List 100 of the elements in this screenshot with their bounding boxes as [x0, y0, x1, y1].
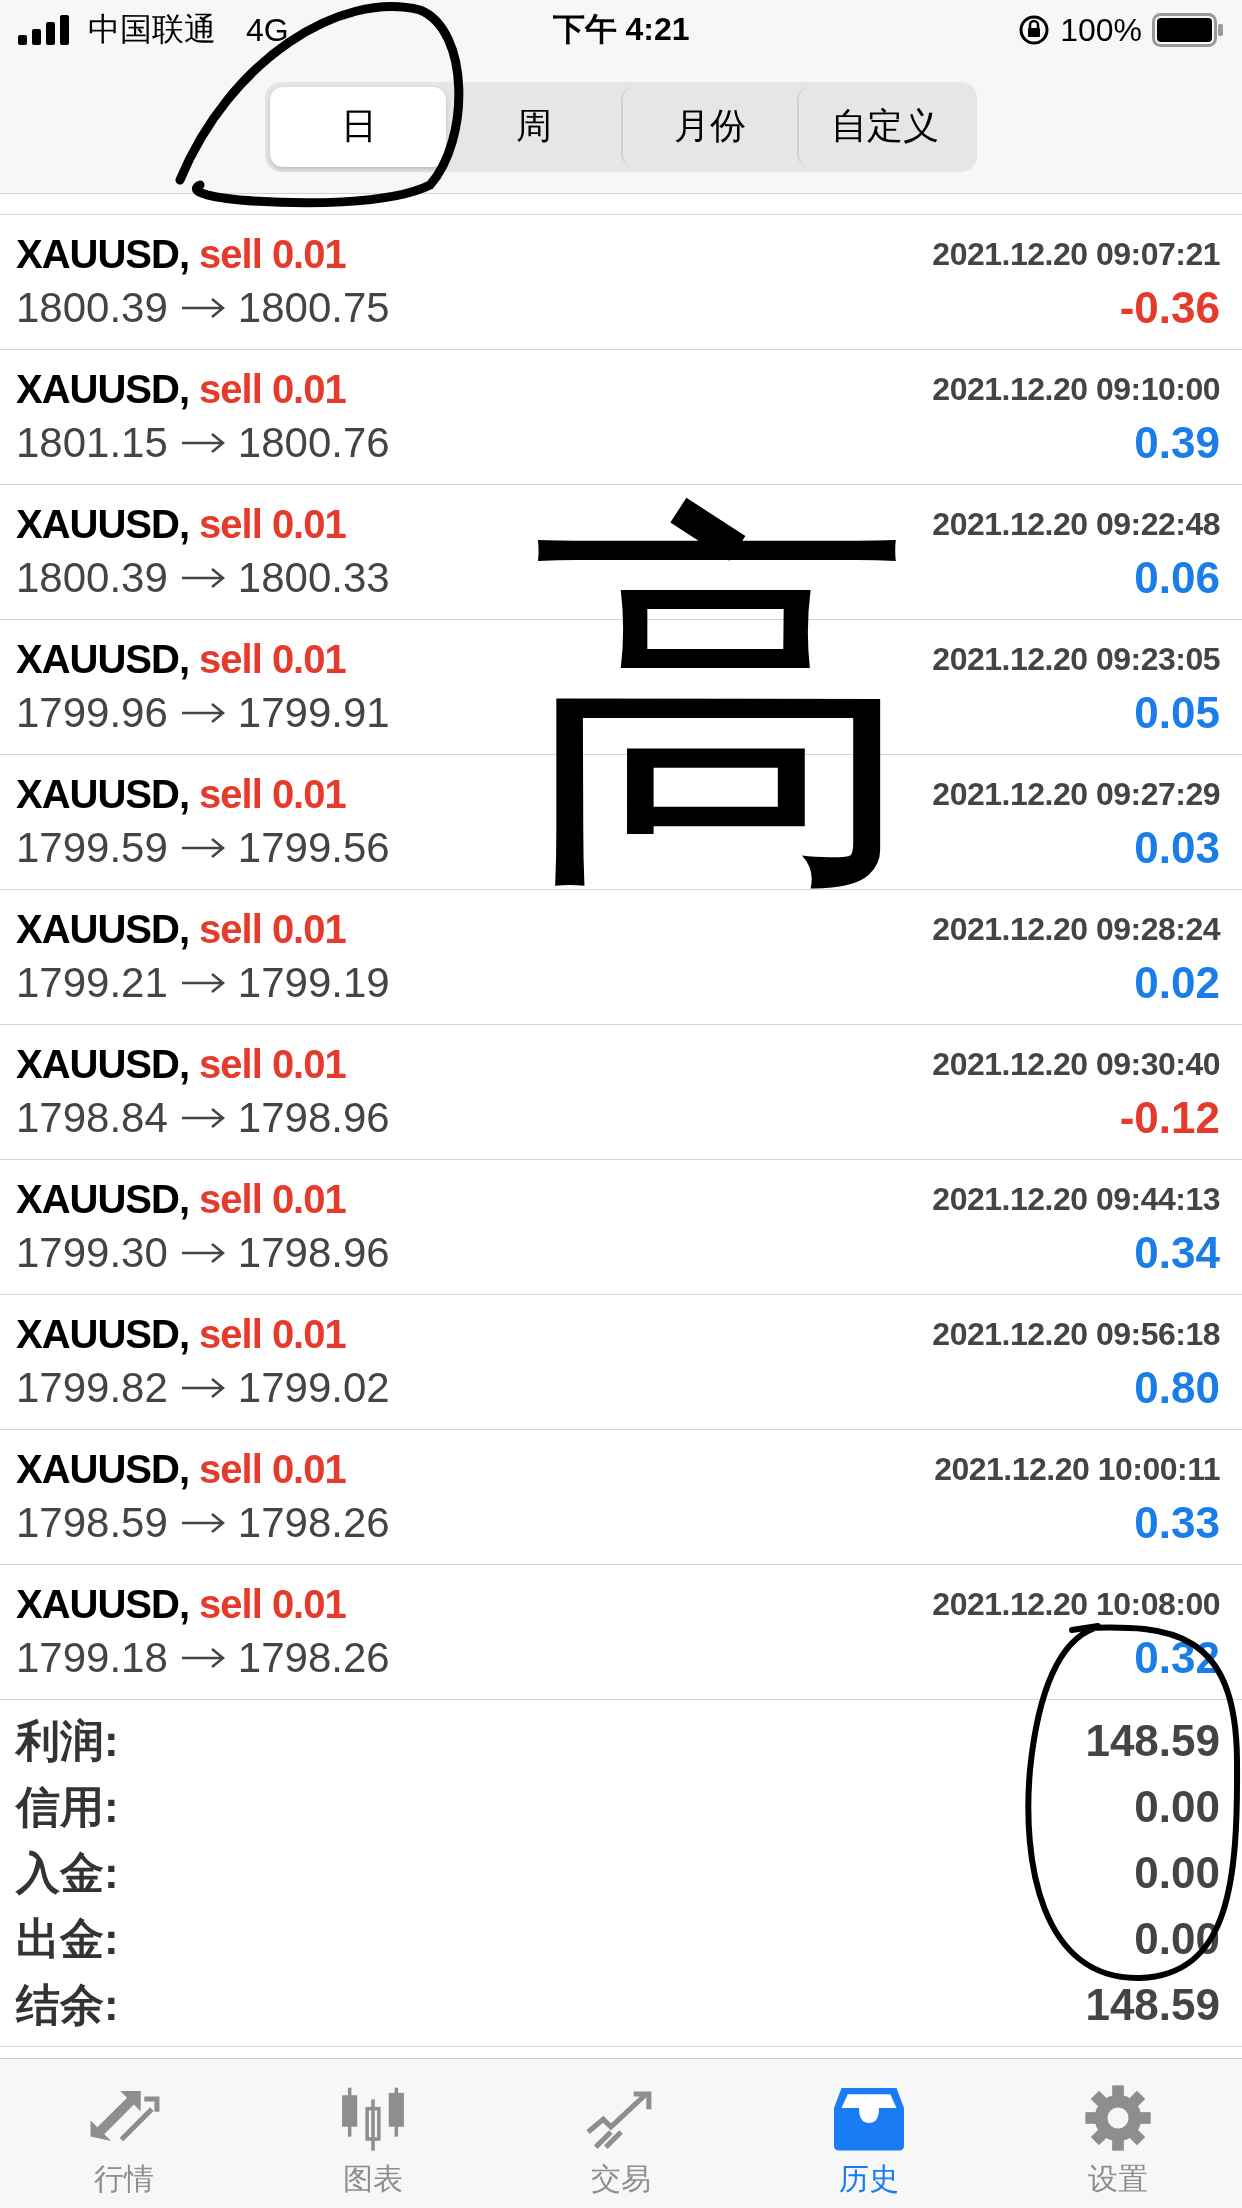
- handwritten-character: 高: [520, 500, 920, 900]
- open-price: 1798.84: [16, 1093, 168, 1142]
- profit-value: 0.06: [1134, 552, 1220, 603]
- right-arrow-icon: [179, 700, 226, 725]
- profit-value: -0.12: [1119, 1092, 1220, 1143]
- trade-time: 2021.12.20 10:00:11: [934, 1450, 1220, 1488]
- trade-time: 2021.12.20 10:08:00: [932, 1585, 1220, 1623]
- order-type: sell 0.01: [199, 1311, 346, 1357]
- profit-value: 0.34: [1134, 1227, 1220, 1278]
- right-arrow-icon: [179, 1105, 226, 1130]
- close-price: 1799.02: [237, 1363, 390, 1412]
- right-arrow-icon: [179, 430, 226, 455]
- summary-value: 0.00: [1134, 1848, 1220, 1898]
- period-tab[interactable]: 自定义: [796, 86, 972, 167]
- symbol-label: XAUUSD,: [16, 1041, 190, 1087]
- close-price: 1798.96: [237, 1228, 390, 1277]
- trade-time: 2021.12.20 09:23:05: [932, 640, 1220, 678]
- carrier-name: 中国联通: [88, 10, 216, 49]
- trade-time: 2021.12.20 09:27:29: [932, 775, 1220, 813]
- trade-time: 2021.12.20 09:30:40: [932, 1045, 1220, 1083]
- open-price: 1799.82: [16, 1363, 168, 1412]
- summary-value: 0.00: [1134, 1782, 1220, 1832]
- open-price: 1799.96: [16, 688, 168, 737]
- battery-percent: 100%: [1060, 11, 1142, 49]
- tab-bar-item[interactable]: 历史: [745, 2059, 994, 2208]
- right-arrow-icon: [179, 970, 226, 995]
- period-tab[interactable]: 周: [445, 86, 621, 167]
- open-price: 1799.21: [16, 958, 168, 1007]
- period-tab[interactable]: 月份: [621, 86, 797, 167]
- profit-value: -0.36: [1119, 282, 1220, 333]
- symbol-label: XAUUSD,: [16, 906, 190, 952]
- right-arrow-icon: [179, 295, 226, 320]
- summary-label: 利润:: [16, 1714, 119, 1767]
- right-arrow-icon: [179, 1510, 226, 1535]
- summary-value: 148.59: [1085, 1980, 1220, 2030]
- summary-label: 出金:: [16, 1912, 119, 1965]
- profit-value: 0.80: [1134, 1362, 1220, 1413]
- trade-time: 2021.12.20 09:10:00: [932, 370, 1220, 408]
- right-arrow-icon: [179, 1645, 226, 1670]
- open-price: 1800.39: [16, 283, 168, 332]
- open-price: 1799.18: [16, 1633, 168, 1682]
- summary-value: 148.59: [1085, 1716, 1220, 1766]
- symbol-label: XAUUSD,: [16, 231, 190, 277]
- symbol-label: XAUUSD,: [16, 771, 190, 817]
- profit-value: 0.39: [1134, 417, 1220, 468]
- order-type: sell 0.01: [199, 636, 346, 682]
- summary-label: 结余:: [16, 1978, 119, 2031]
- open-price: 1799.59: [16, 823, 168, 872]
- open-price: 1798.59: [16, 1498, 168, 1547]
- summary-label: 入金:: [16, 1846, 119, 1899]
- tab-bar-item[interactable]: 图表: [248, 2059, 497, 2208]
- profit-value: 0.03: [1134, 822, 1220, 873]
- order-type: sell 0.01: [199, 1581, 346, 1627]
- right-arrow-icon: [179, 565, 226, 590]
- tab-bar-item[interactable]: 行情: [0, 2059, 249, 2208]
- symbol-label: XAUUSD,: [16, 1176, 190, 1222]
- open-price: 1801.15: [16, 418, 168, 467]
- rotation-lock-icon: [1018, 14, 1051, 46]
- close-price: 1800.75: [237, 283, 390, 332]
- trade-time: 2021.12.20 09:44:13: [932, 1180, 1220, 1218]
- order-type: sell 0.01: [199, 366, 346, 412]
- symbol-label: XAUUSD,: [16, 366, 190, 412]
- profit-value: 0.33: [1134, 1497, 1220, 1548]
- close-price: 1799.56: [237, 823, 390, 872]
- clock: 下午 4:21: [552, 10, 690, 49]
- symbol-label: XAUUSD,: [16, 1311, 190, 1357]
- summary-label: 信用:: [16, 1780, 119, 1833]
- close-price: 1798.26: [237, 1498, 390, 1547]
- trade-time: 2021.12.20 09:28:24: [932, 910, 1220, 948]
- right-arrow-icon: [179, 1240, 226, 1265]
- open-price: 1800.39: [16, 553, 168, 602]
- order-type: sell 0.01: [199, 231, 346, 277]
- order-type: sell 0.01: [199, 501, 346, 547]
- symbol-label: XAUUSD,: [16, 501, 190, 547]
- right-arrow-icon: [179, 1375, 226, 1400]
- battery-icon: [1152, 13, 1224, 47]
- trade-time: 2021.12.20 09:07:21: [932, 235, 1220, 273]
- trade-time: 2021.12.20 09:22:48: [932, 505, 1220, 543]
- close-price: 1799.91: [237, 688, 390, 737]
- period-tab[interactable]: 日: [270, 86, 446, 167]
- symbol-label: XAUUSD,: [16, 1446, 190, 1492]
- profit-value: 0.02: [1134, 957, 1220, 1008]
- profit-value: 0.05: [1134, 687, 1220, 738]
- order-type: sell 0.01: [199, 1041, 346, 1087]
- right-arrow-icon: [179, 835, 226, 860]
- tab-bar-item[interactable]: 设置: [993, 2059, 1242, 2208]
- close-price: 1800.76: [237, 418, 390, 467]
- trade-time: 2021.12.20 09:56:18: [932, 1315, 1220, 1353]
- order-type: sell 0.01: [199, 1176, 346, 1222]
- tab-bar-item[interactable]: 交易: [496, 2059, 746, 2208]
- close-price: 1798.96: [237, 1093, 390, 1142]
- order-type: sell 0.01: [199, 906, 346, 952]
- order-type: sell 0.01: [199, 771, 346, 817]
- open-price: 1799.30: [16, 1228, 168, 1277]
- network-type: 4G: [246, 11, 289, 49]
- close-price: 1798.26: [237, 1633, 390, 1682]
- close-price: 1799.19: [237, 958, 390, 1007]
- symbol-label: XAUUSD,: [16, 636, 190, 682]
- symbol-label: XAUUSD,: [16, 1581, 190, 1627]
- order-type: sell 0.01: [199, 1446, 346, 1492]
